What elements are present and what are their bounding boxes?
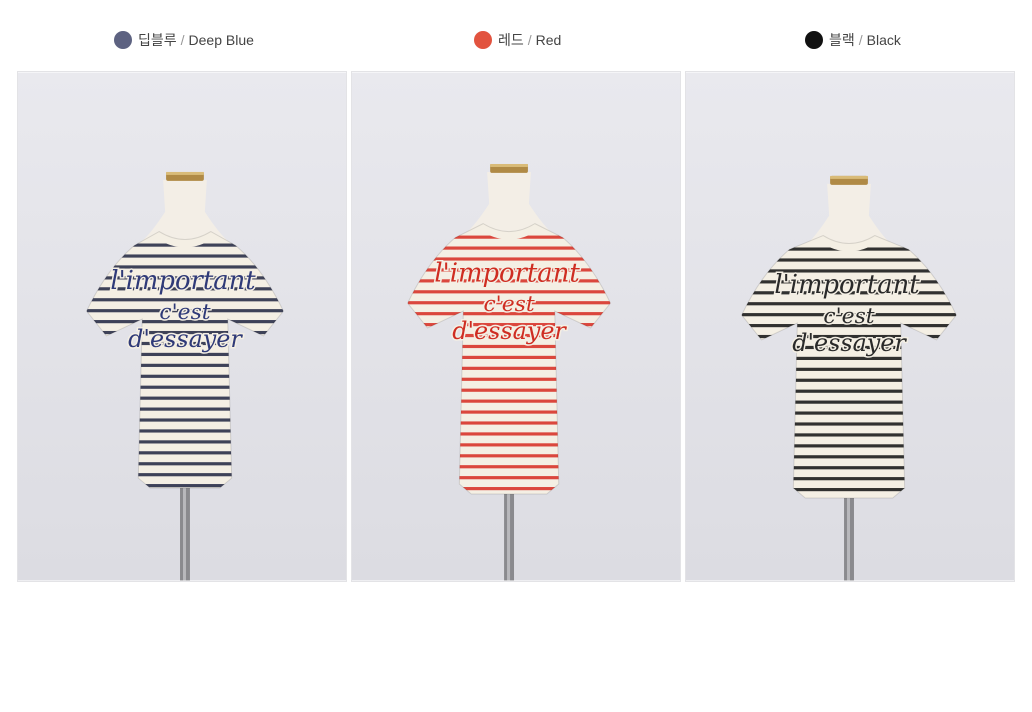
product-photo-deep-blue: l'important c'est d'essayer [17,71,347,582]
variant-korean-name: 블랙 [829,32,855,48]
striped-tshirt-image: l'important c'estd'essayer [18,72,346,581]
script-line: d'essayer [452,317,567,345]
variant-separator: / [180,32,185,48]
variant-separator: / [858,32,863,48]
swatch-black [805,31,823,49]
swatch-red [474,31,492,49]
variant-label-red: 레드 / Red [474,30,561,50]
variant-label-deep-blue: 딥블루 / Deep Blue [114,30,254,50]
swatch-deep-blue [114,31,132,49]
variant-english-name: Black [866,32,901,48]
variant-english-name: Red [535,32,562,48]
product-photo-red: l'important c'est d'essayer [351,71,681,582]
variant-separator: / [527,32,532,48]
script-line: l'important [434,258,580,288]
product-photo-black: l'important c'est d'essayer [685,71,1015,582]
script-line: l'important [110,266,256,296]
variant-korean-name: 레드 [498,32,524,48]
color-variant-labels: 딥블루 / Deep Blue 레드 / Red 블랙 / Black [0,0,1032,80]
script-line: c'est [483,292,534,317]
striped-tshirt-image: l'important c'estd'essayer [686,72,1014,581]
variant-label-black: 블랙 / Black [805,30,901,50]
script-line: d'essayer [128,325,243,353]
script-line: l'important [774,270,920,300]
script-line: c'est [823,304,874,329]
striped-tshirt-image: l'important c'estd'essayer [352,72,680,581]
variant-english-name: Deep Blue [188,32,254,48]
script-line: d'essayer [792,329,907,357]
script-line: c'est [159,300,210,325]
variant-korean-name: 딥블루 [138,32,177,48]
